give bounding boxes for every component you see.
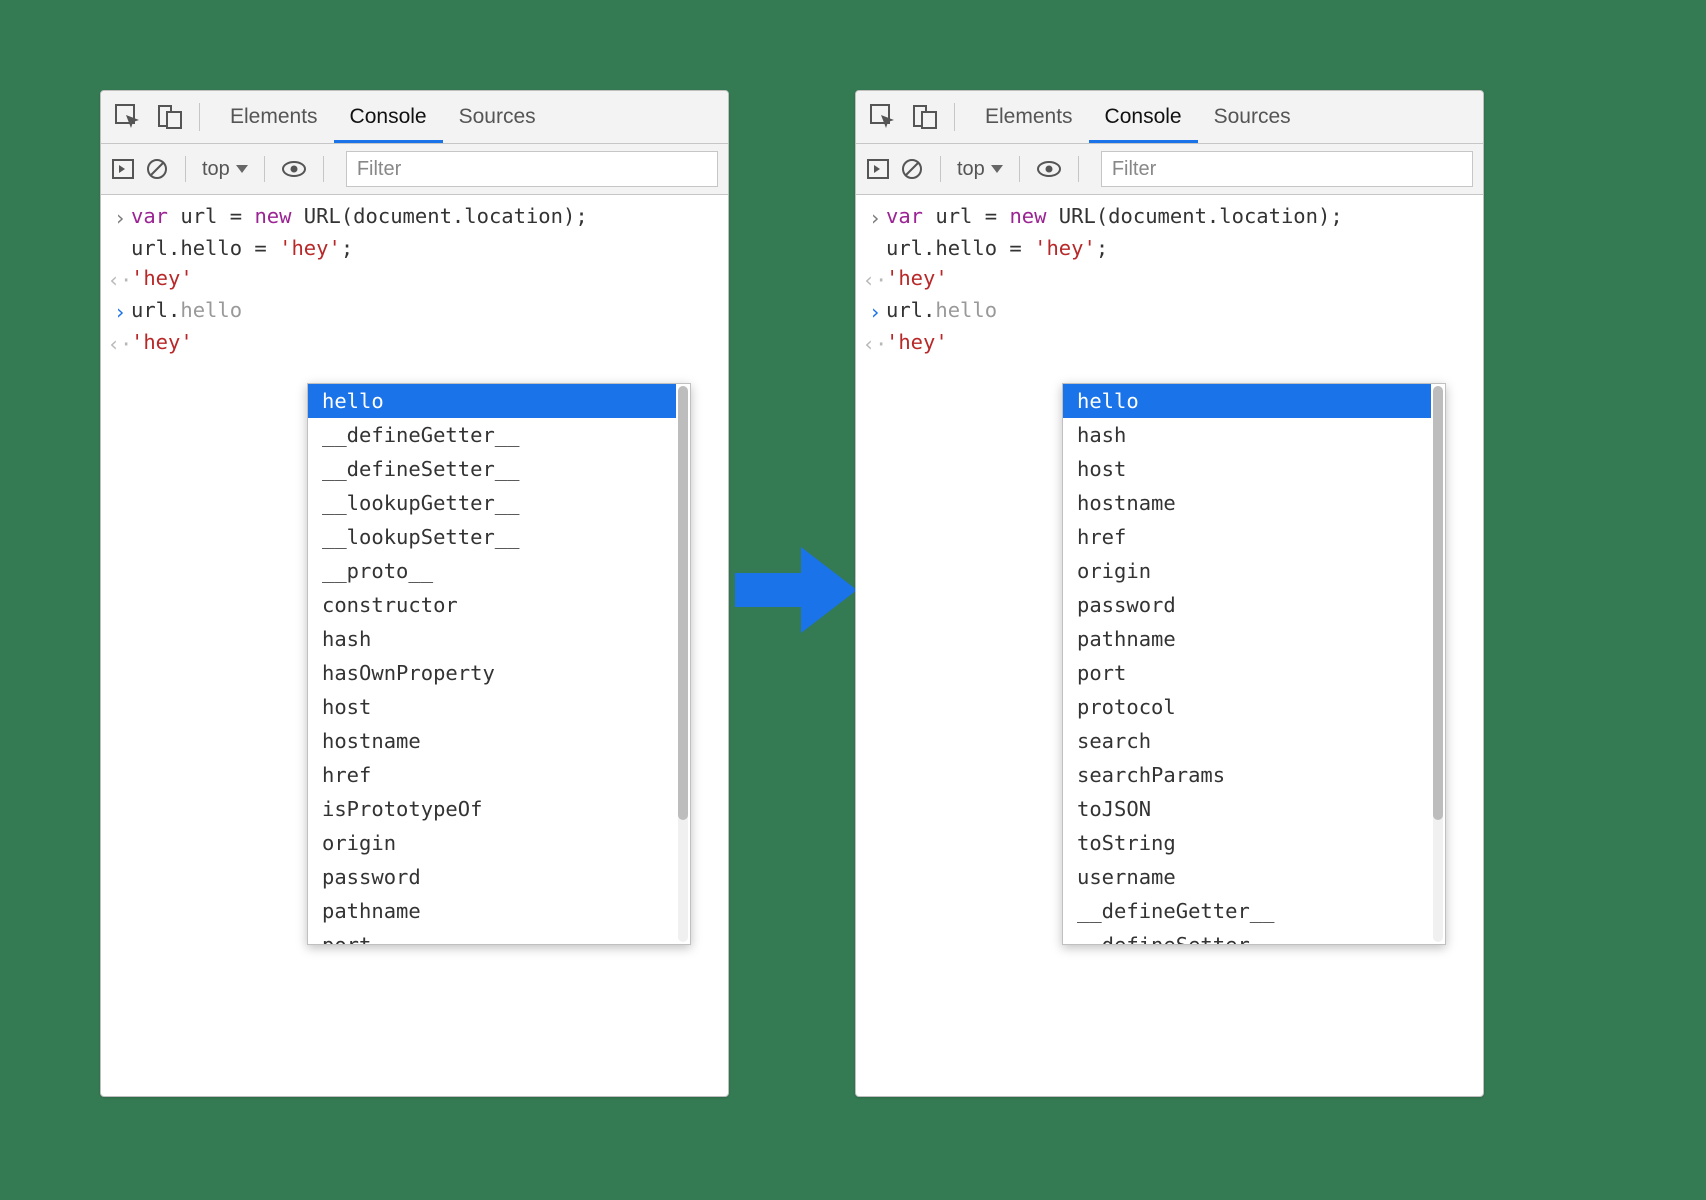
autocomplete-item[interactable]: hash — [1063, 418, 1431, 452]
output-chevron-icon: ‹· — [863, 329, 888, 359]
console-body: › var url = new URL(document.location); … — [101, 195, 728, 359]
filter-input[interactable]: Filter — [346, 151, 718, 187]
autocomplete-item[interactable]: href — [308, 758, 676, 792]
autocomplete-item[interactable]: searchParams — [1063, 758, 1431, 792]
divider — [264, 156, 265, 182]
input-chevron-icon: › — [114, 297, 126, 327]
tab-sources[interactable]: Sources — [1198, 91, 1307, 143]
chevron-down-icon — [236, 165, 248, 173]
autocomplete-item[interactable]: isPrototypeOf — [308, 792, 676, 826]
autocomplete-item[interactable]: constructor — [308, 588, 676, 622]
transition-arrow-icon — [726, 540, 866, 640]
tab-bar: Elements Console Sources — [856, 91, 1483, 144]
output-chevron-icon: ‹· — [108, 329, 133, 359]
autocomplete-list-left: hello__defineGetter____defineSetter____l… — [308, 384, 690, 944]
autocomplete-item[interactable]: hasOwnProperty — [308, 656, 676, 690]
chevron-down-icon — [991, 165, 1003, 173]
autocomplete-item[interactable]: __proto__ — [308, 554, 676, 588]
autocomplete-item[interactable]: __lookupSetter__ — [308, 520, 676, 554]
autocomplete-item[interactable]: port — [1063, 656, 1431, 690]
autocomplete-item[interactable]: pathname — [1063, 622, 1431, 656]
autocomplete-item[interactable]: port — [308, 928, 676, 944]
autocomplete-item[interactable]: username — [1063, 860, 1431, 894]
device-toolbar-icon[interactable] — [155, 102, 185, 132]
autocomplete-item[interactable]: hello — [308, 384, 676, 418]
device-toolbar-icon[interactable] — [910, 102, 940, 132]
console-toolbar: top Filter — [101, 144, 728, 195]
autocomplete-item[interactable]: __defineSetter__ — [1063, 928, 1431, 944]
devtools-panel-right: Elements Console Sources top Filter — [855, 90, 1484, 1097]
tab-elements[interactable]: Elements — [969, 91, 1089, 143]
code-line[interactable]: url.hello = 'hey'; — [886, 233, 1108, 263]
tab-sources[interactable]: Sources — [443, 91, 552, 143]
divider — [1078, 156, 1079, 182]
autocomplete-item[interactable]: __defineSetter__ — [308, 452, 676, 486]
autocomplete-item[interactable]: host — [1063, 452, 1431, 486]
autocomplete-item[interactable]: toString — [1063, 826, 1431, 860]
autocomplete-item[interactable]: search — [1063, 724, 1431, 758]
output-chevron-icon: ‹· — [108, 265, 133, 295]
autocomplete-item[interactable]: hello — [1063, 384, 1431, 418]
autocomplete-item[interactable]: __lookupGetter__ — [308, 486, 676, 520]
autocomplete-item[interactable]: __defineGetter__ — [1063, 894, 1431, 928]
tab-console[interactable]: Console — [1089, 91, 1198, 143]
autocomplete-popup: hello__defineGetter____defineSetter____l… — [307, 383, 691, 945]
console-output: 'hey' — [131, 327, 193, 359]
autocomplete-item[interactable]: pathname — [308, 894, 676, 928]
code-line[interactable]: var url = new URL(document.location); — [886, 201, 1343, 233]
divider — [323, 156, 324, 182]
clear-console-icon[interactable] — [145, 157, 169, 181]
tab-console[interactable]: Console — [334, 91, 443, 143]
live-expression-icon[interactable] — [1036, 156, 1062, 182]
filter-input[interactable]: Filter — [1101, 151, 1473, 187]
autocomplete-item[interactable]: toJSON — [1063, 792, 1431, 826]
autocomplete-item[interactable]: __defineGetter__ — [308, 418, 676, 452]
code-line[interactable]: url.hello = 'hey'; — [131, 233, 353, 263]
autocomplete-list-right: hellohashhosthostnamehreforiginpasswordp… — [1063, 384, 1445, 944]
input-chevron-icon: › — [869, 297, 881, 327]
devtools-panel-left: Elements Console Sources top Filter — [100, 90, 729, 1097]
divider — [954, 103, 955, 131]
tab-bar: Elements Console Sources — [101, 91, 728, 144]
scrollbar[interactable] — [1433, 386, 1443, 942]
autocomplete-item[interactable]: password — [308, 860, 676, 894]
divider — [185, 156, 186, 182]
context-label: top — [202, 158, 230, 181]
autocomplete-item[interactable]: origin — [308, 826, 676, 860]
code-line[interactable]: var url = new URL(document.location); — [131, 201, 588, 233]
divider — [199, 103, 200, 131]
execution-context-selector[interactable]: top — [957, 158, 1003, 181]
input-chevron-icon: › — [114, 203, 126, 233]
clear-console-icon[interactable] — [900, 157, 924, 181]
console-output: 'hey' — [886, 327, 948, 359]
divider — [940, 156, 941, 182]
console-body: › var url = new URL(document.location); … — [856, 195, 1483, 359]
console-toolbar: top Filter — [856, 144, 1483, 195]
execution-context-selector[interactable]: top — [202, 158, 248, 181]
autocomplete-item[interactable]: hostname — [1063, 486, 1431, 520]
console-output: 'hey' — [886, 263, 948, 295]
live-expression-icon[interactable] — [281, 156, 307, 182]
output-chevron-icon: ‹· — [863, 265, 888, 295]
autocomplete-item[interactable]: href — [1063, 520, 1431, 554]
context-label: top — [957, 158, 985, 181]
code-line[interactable]: url.hello — [886, 295, 997, 327]
sidebar-toggle-icon[interactable] — [111, 157, 135, 181]
inspect-element-icon[interactable] — [113, 102, 143, 132]
tab-elements[interactable]: Elements — [214, 91, 334, 143]
code-line[interactable]: url.hello — [131, 295, 242, 327]
autocomplete-item[interactable]: password — [1063, 588, 1431, 622]
inspect-element-icon[interactable] — [868, 102, 898, 132]
autocomplete-popup: hellohashhosthostnamehreforiginpasswordp… — [1062, 383, 1446, 945]
sidebar-toggle-icon[interactable] — [866, 157, 890, 181]
input-chevron-icon: › — [869, 203, 881, 233]
autocomplete-item[interactable]: host — [308, 690, 676, 724]
scrollbar[interactable] — [678, 386, 688, 942]
console-output: 'hey' — [131, 263, 193, 295]
divider — [1019, 156, 1020, 182]
autocomplete-item[interactable]: hostname — [308, 724, 676, 758]
autocomplete-item[interactable]: protocol — [1063, 690, 1431, 724]
autocomplete-item[interactable]: hash — [308, 622, 676, 656]
autocomplete-item[interactable]: origin — [1063, 554, 1431, 588]
